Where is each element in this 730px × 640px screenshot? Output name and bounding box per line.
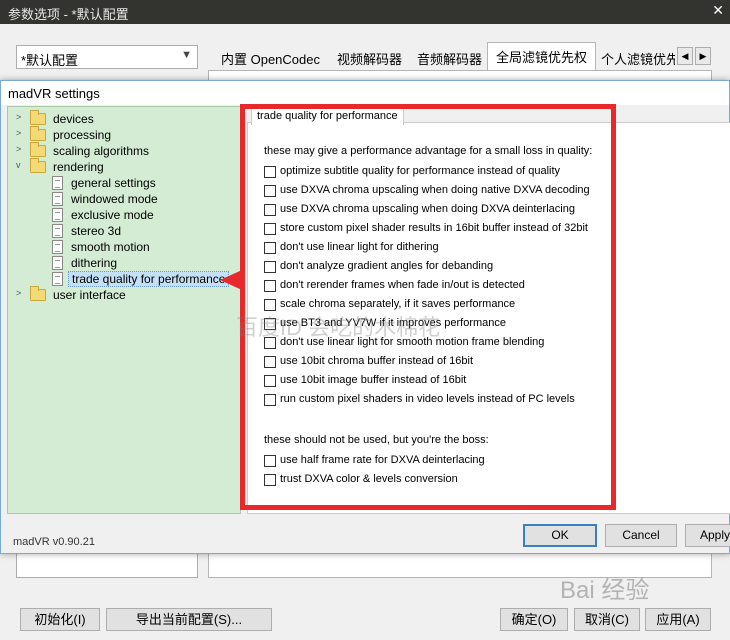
outer-ok-button[interactable]: 确定(O) (500, 608, 568, 631)
tree-item-general-settings[interactable]: general settings (38, 175, 238, 191)
tree-item-rendering[interactable]: v rendering (16, 158, 216, 175)
tree-item-label: dithering (71, 256, 118, 270)
annotation-highlight-box (240, 104, 616, 510)
tree-item-label: processing (53, 128, 112, 142)
outer-apply-button[interactable]: 应用(A) (645, 608, 711, 631)
tree-item-windowed-mode[interactable]: windowed mode (38, 191, 238, 207)
tree-item-trade-quality[interactable]: trade quality for performance (38, 271, 238, 287)
tree-item-scaling-algorithms[interactable]: > scaling algorithms (16, 142, 216, 159)
page-icon (52, 192, 63, 206)
version-label: madVR v0.90.21 (13, 536, 95, 548)
folder-icon (30, 110, 46, 125)
cancel-button[interactable]: Cancel (605, 524, 677, 547)
tree-item-label: general settings (71, 176, 156, 190)
tab-video-decoder[interactable]: 视频解码器 (328, 44, 411, 70)
page-icon (52, 208, 63, 222)
tree-item-processing[interactable]: > processing (16, 126, 216, 143)
tree-item-exclusive-mode[interactable]: exclusive mode (38, 207, 238, 223)
tab-scroll-left-icon[interactable]: ◀ (677, 47, 693, 65)
profile-select[interactable]: *默认配置 ▼ (16, 45, 198, 69)
tree-item-smooth-motion[interactable]: smooth motion (38, 239, 238, 255)
page-icon (52, 176, 63, 190)
reset-button[interactable]: 初始化(I) (20, 608, 100, 631)
folder-open-icon (30, 158, 46, 173)
settings-tree: > devices > processing > scaling algorit… (7, 106, 241, 514)
page-icon (52, 272, 63, 286)
tab-scroll-right-icon[interactable]: ▶ (695, 47, 711, 65)
tree-item-stereo-3d[interactable]: stereo 3d (38, 223, 238, 239)
tab-opencodec[interactable]: 内置 OpenCodec (212, 44, 329, 70)
tab-personal-filter-priority[interactable]: 个人滤镜优先 (592, 44, 676, 70)
expand-icon[interactable]: > (16, 288, 26, 298)
tab-global-filter-priority[interactable]: 全局滤镜优先权 (487, 42, 597, 70)
tree-item-label: smooth motion (71, 240, 150, 254)
tree-item-label: exclusive mode (71, 208, 154, 222)
expand-icon[interactable]: > (16, 144, 26, 154)
outer-cancel-button[interactable]: 取消(C) (574, 608, 640, 631)
tree-item-label: trade quality for performance (68, 271, 230, 287)
madvr-window-title: madVR settings (8, 86, 100, 101)
page-icon (52, 256, 63, 270)
outer-window-title: 参数选项 - *默认配置 (8, 7, 129, 22)
tab-audio-decoder[interactable]: 音频解码器 (408, 44, 491, 70)
tree-item-label: user interface (53, 288, 126, 302)
madvr-titlebar: madVR settings (1, 81, 729, 105)
profile-select-value: *默认配置 (21, 53, 79, 68)
annotation-arrow-icon (220, 270, 242, 290)
page-icon (52, 224, 63, 238)
expand-icon[interactable]: > (16, 128, 26, 138)
page-icon (52, 240, 63, 254)
tree-item-devices[interactable]: > devices (16, 110, 216, 127)
expand-icon[interactable]: > (16, 112, 26, 122)
tree-item-label: stereo 3d (71, 224, 122, 238)
tree-item-dithering[interactable]: dithering (38, 255, 238, 271)
outer-titlebar: 参数选项 - *默认配置 ✕ (0, 0, 730, 24)
tree-item-label: windowed mode (71, 192, 158, 206)
close-icon[interactable]: ✕ (712, 2, 724, 19)
folder-icon (30, 126, 46, 141)
tree-item-user-interface[interactable]: > user interface (16, 286, 216, 303)
tree-item-label: devices (53, 112, 94, 126)
chevron-down-icon: ▼ (181, 49, 192, 61)
export-config-button[interactable]: 导出当前配置(S)... (106, 608, 272, 631)
baidu-watermark: Bai 经验 (560, 577, 650, 604)
ok-button[interactable]: OK (523, 524, 597, 547)
tree-item-label: rendering (53, 160, 104, 174)
apply-button[interactable]: Apply (685, 524, 730, 547)
watermark-text: 百度ID 会吃的木棉花 (236, 315, 441, 340)
collapse-icon[interactable]: v (16, 160, 26, 170)
tree-item-label: scaling algorithms (53, 144, 150, 158)
folder-icon (30, 286, 46, 301)
folder-icon (30, 142, 46, 157)
